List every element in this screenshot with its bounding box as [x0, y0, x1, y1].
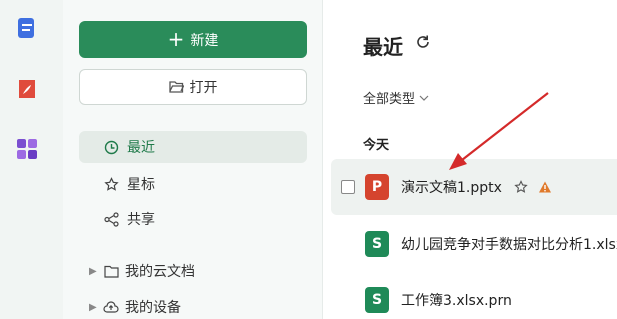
folder-icon — [103, 263, 119, 279]
tree-my-device-label: 我的设备 — [125, 300, 181, 316]
file-row[interactable]: S 幼儿园竞争对手数据对比分析1.xlsx — [331, 216, 617, 272]
star-icon — [103, 176, 119, 192]
refresh-icon[interactable] — [414, 33, 432, 51]
nav-recent[interactable]: 最近 — [79, 131, 307, 163]
folder-open-icon — [168, 81, 184, 93]
tree-cloud-docs-label: 我的云文档 — [125, 264, 195, 280]
cloud-upload-icon — [103, 299, 119, 315]
nav-shared[interactable]: 共享 — [79, 203, 307, 235]
clock-icon — [103, 139, 119, 155]
file-name[interactable]: 演示文稿1.pptx — [401, 177, 502, 197]
new-button[interactable]: + 新建 — [79, 21, 307, 58]
nav-starred-label: 星标 — [127, 177, 155, 193]
type-filter-dropdown[interactable]: 全部类型 — [363, 88, 429, 107]
file-row[interactable]: S 工作簿3.xlsx.prn — [331, 272, 617, 319]
ppt-file-icon: P — [365, 174, 389, 200]
type-filter-label: 全部类型 — [363, 92, 416, 107]
chevron-down-icon — [419, 95, 429, 101]
nav-shared-label: 共享 — [127, 212, 155, 228]
share-icon — [103, 211, 119, 227]
nav-starred[interactable]: 星标 — [79, 168, 307, 200]
page-title: 最近 — [363, 35, 403, 59]
app-rail — [0, 0, 63, 319]
file-name[interactable]: 幼儿园竞争对手数据对比分析1.xlsx — [401, 234, 617, 254]
open-button-label: 打开 — [189, 80, 218, 96]
pdf-icon[interactable] — [16, 78, 38, 100]
spreadsheet-file-icon: S — [365, 231, 389, 257]
tree-my-device[interactable]: ▶ 我的设备 — [79, 293, 307, 319]
file-name[interactable]: 工作簿3.xlsx.prn — [401, 290, 512, 310]
file-row[interactable]: P 演示文稿1.pptx — [331, 159, 617, 215]
apps-icon[interactable] — [16, 138, 38, 160]
plus-icon: + — [167, 26, 185, 51]
open-button[interactable]: 打开 — [79, 69, 307, 105]
expand-arrow-icon[interactable]: ▶ — [89, 266, 99, 277]
section-today: 今天 — [363, 138, 390, 153]
spreadsheet-file-icon: S — [365, 287, 389, 313]
new-button-label: 新建 — [190, 32, 219, 49]
docs-icon[interactable] — [16, 17, 38, 39]
tree-cloud-docs[interactable]: ▶ 我的云文档 — [79, 257, 307, 285]
expand-arrow-icon[interactable]: ▶ — [89, 302, 99, 313]
row-checkbox[interactable] — [341, 180, 355, 194]
warning-icon[interactable] — [538, 180, 552, 194]
nav-recent-label: 最近 — [127, 140, 155, 156]
star-icon[interactable] — [514, 180, 528, 194]
